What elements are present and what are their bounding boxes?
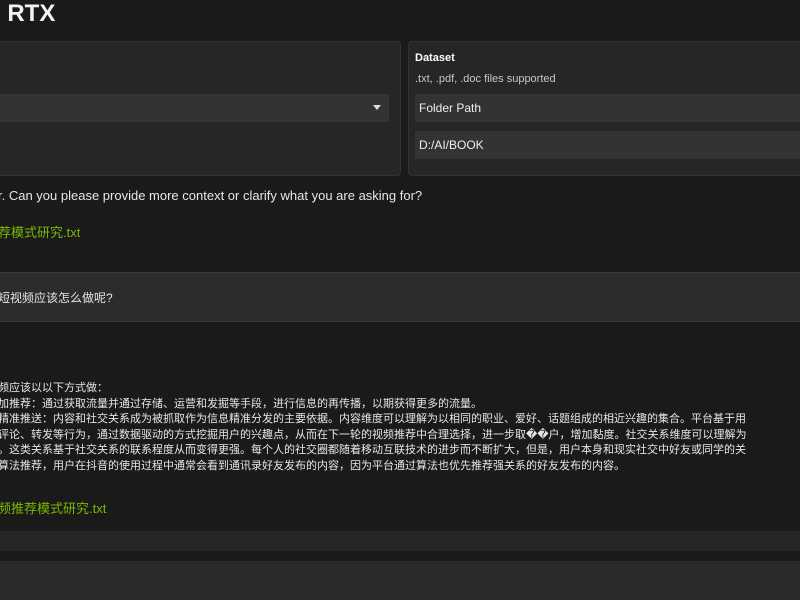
user-question: 短视频应该怎么做呢?	[0, 291, 113, 305]
answer-line: 算法推荐，用户在抖音的使用过程中通常会看到通讯录好友发布的内容，因为平台通过算法…	[0, 459, 625, 472]
message-input-area[interactable]	[0, 561, 800, 600]
dataset-type-select[interactable]: Folder Path	[415, 94, 800, 122]
user-message: 短视频应该怎么做呢?	[0, 272, 800, 322]
dataset-panel: Dataset .txt, .pdf, .doc files supported…	[408, 41, 800, 176]
folder-path-input[interactable]: D:/AI/BOOK	[415, 131, 800, 159]
answer-line: 评论、转发等行为，通过数据驱动的方式挖掘用户的兴趣点，从而在下一轮的视频推荐中合…	[0, 428, 747, 441]
dataset-label: Dataset	[415, 52, 455, 64]
dataset-hint: .txt, .pdf, .doc files supported	[415, 73, 556, 85]
divider-bar	[0, 531, 800, 551]
answer-line: 加推荐：通过获取流量并通过存储、运营和发掘等手段，进行信息的再传播，以期获得更多…	[0, 397, 482, 410]
answer-line: 精准推送：内容和社交关系成为被抓取作为信息精准分发的主要依据。内容维度可以理解为…	[0, 413, 746, 425]
assistant-answer: 频应该以以下方式做： 加推荐：通过获取流量并通过存储、运营和发掘等手段，进行信息…	[0, 381, 747, 474]
model-panel	[0, 41, 401, 176]
assistant-reply: r. Can you please provide more context o…	[0, 188, 423, 203]
app-title: h RTX	[0, 0, 56, 27]
answer-line: 频应该以以下方式做：	[0, 382, 108, 394]
model-select[interactable]	[0, 94, 389, 122]
source-link[interactable]: 频推荐模式研究.txt	[0, 498, 106, 517]
chevron-down-icon[interactable]	[373, 105, 381, 110]
answer-line: 。这类关系基于社交关系的联系程度从而变得更强。每个人的社交圈都随着移动互联技术的…	[0, 444, 746, 456]
source-link[interactable]: 荐模式研究.txt	[0, 222, 80, 241]
